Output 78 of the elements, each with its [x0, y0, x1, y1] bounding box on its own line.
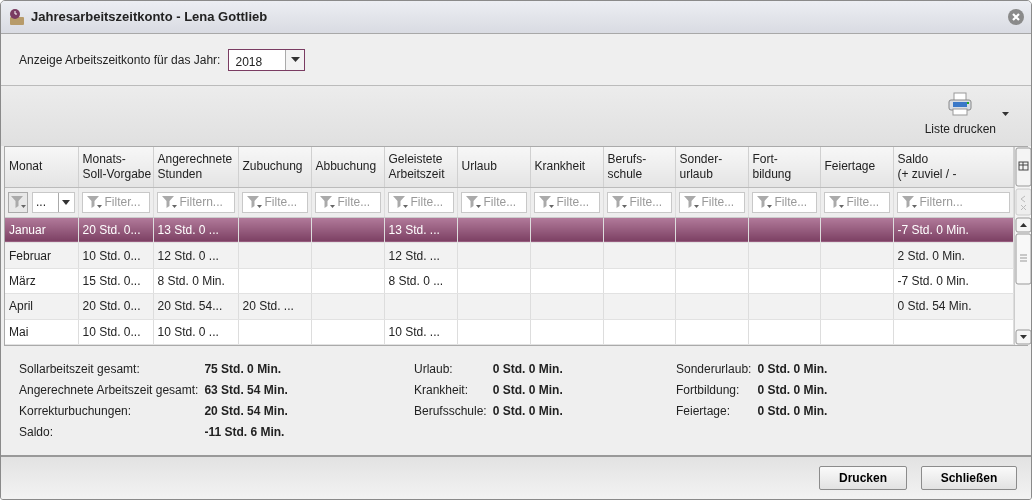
table-cell: 0 Std. 54 Min. — [897, 299, 972, 314]
dropdown-arrow-icon — [290, 57, 300, 62]
summary-value: 0 Std. 0 Min. — [492, 361, 563, 378]
summary-value: 75 Std. 0 Min. — [204, 361, 283, 378]
summary-value: 0 Std. 0 Min. — [757, 382, 828, 399]
summary-value: 0 Std. 0 Min. — [757, 403, 828, 420]
table-row[interactable]: Mai 10 Std. 0... 10 Std. 0 ... 10 Std. ... — [5, 319, 1013, 345]
table-cell: Januar — [9, 223, 46, 238]
filter-icon — [537, 195, 554, 210]
table-cell: 20 Std. 54... — [157, 299, 223, 314]
filter-icon — [755, 195, 772, 210]
filter-operator-select[interactable]: ... — [32, 191, 75, 213]
summary-value: 63 Std. 54 Min. — [204, 382, 288, 399]
table-cell: 10 Std. ... — [388, 324, 440, 339]
summary-label: Angerechnete Arbeitszeit gesamt: — [19, 382, 199, 399]
table-cell: 12 Std. ... — [388, 248, 440, 263]
summary-value: -11 Std. 6 Min. — [204, 424, 286, 441]
vertical-scrollbar[interactable] — [1014, 217, 1031, 345]
summary-label: Sollarbeitszeit gesamt: — [19, 361, 141, 378]
table-cell: 15 Std. 0... — [82, 273, 141, 288]
filter-icon — [610, 195, 627, 210]
filter-icon — [10, 195, 26, 210]
table-cell: März — [9, 273, 36, 288]
table-cell: 8 Std. 0 ... — [388, 273, 444, 288]
print-list-button[interactable]: Liste drucken — [924, 92, 996, 138]
summary-label: Feiertage: — [676, 403, 732, 420]
filter-icon — [245, 195, 262, 210]
filter-icon — [160, 195, 177, 210]
table-row[interactable]: März 15 Std. 0... 8 Std. 0 Min. 8 Std. 0 ... -7 Std. 0 Min. — [5, 268, 1013, 294]
table-cell: 10 Std. 0... — [82, 248, 141, 263]
table-cell: 20 Std. ... — [242, 299, 294, 314]
filter-icon — [827, 195, 844, 210]
year-label: Anzeige Arbeitszeitkonto für das Jahr: — [19, 51, 221, 69]
dropdown-arrow-icon — [62, 199, 70, 205]
filter-mode-button[interactable] — [8, 191, 28, 213]
table-row[interactable]: April 20 Std. 0... 20 Std. 54... 20 Std. ... 0 Std. 54 Min. — [5, 293, 1013, 320]
table-row[interactable]: Januar 20 Std. 0... 13 Std. 0 ... 13 Std. ... -7 Std. 0 Min. — [5, 217, 1013, 243]
column-chooser-icon[interactable] — [1014, 147, 1031, 187]
summary-label: Krankheit: — [414, 382, 470, 399]
filter-icon — [682, 195, 699, 210]
table-cell: 12 Std. 0 ... — [157, 248, 219, 263]
filter-icon — [464, 195, 481, 210]
summary-value: 0 Std. 0 Min. — [492, 382, 563, 399]
summary-value: 0 Std. 0 Min. — [492, 403, 563, 420]
table-cell: 10 Std. 0 ... — [157, 324, 219, 339]
summary-label: Sonderurlaub: — [676, 361, 752, 378]
year-select[interactable]: 2018 — [228, 48, 306, 71]
summary-value: 20 Std. 54 Min. — [204, 403, 288, 420]
table-cell: -7 Std. 0 Min. — [897, 223, 969, 238]
table-cell: -7 Std. 0 Min. — [897, 273, 969, 288]
table-cell: 13 Std. 0 ... — [157, 223, 219, 238]
summary-label: Saldo: — [19, 424, 55, 441]
table-cell: April — [9, 299, 33, 314]
close-icon[interactable] — [1007, 8, 1025, 26]
summary-label: Urlaub: — [414, 361, 454, 378]
dropdown-arrow-icon[interactable] — [1002, 112, 1009, 116]
clock-folder-icon — [7, 8, 25, 26]
table-cell: 2 Std. 0 Min. — [897, 248, 965, 263]
summary-value: 0 Std. 0 Min. — [757, 361, 828, 378]
filter-icon — [85, 195, 102, 210]
summary-label: Korrekturbuchungen: — [19, 403, 133, 420]
summary-label: Fortbildung: — [676, 382, 741, 399]
filter-icon — [391, 195, 408, 210]
table-cell: Mai — [9, 324, 29, 339]
table-cell: 13 Std. ... — [388, 223, 440, 238]
table-cell: Februar — [9, 248, 52, 263]
table-cell: 10 Std. 0... — [82, 324, 141, 339]
print-button[interactable]: Drucken — [819, 466, 907, 490]
table-row[interactable]: Februar 10 Std. 0... 12 Std. 0 ... 12 Std. ... 2 Std. 0 Min. — [5, 242, 1013, 269]
table-cell: 20 Std. 0... — [82, 299, 141, 314]
table-cell: 20 Std. 0... — [82, 223, 141, 238]
summary-label: Berufsschule: — [414, 403, 487, 420]
filter-icon — [318, 195, 335, 210]
close-button[interactable]: Schließen — [921, 466, 1017, 490]
window-title: Jahresarbeitszeitkonto - Lena Gottlieb — [31, 8, 268, 27]
table-cell: 8 Std. 0 Min. — [157, 273, 225, 288]
filter-icon — [900, 195, 917, 210]
printer-icon — [947, 92, 974, 116]
